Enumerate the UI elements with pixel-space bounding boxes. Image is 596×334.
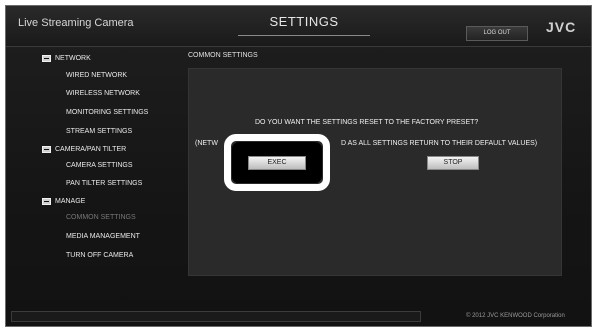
jvc-logo: JVC: [546, 19, 577, 35]
logout-button[interactable]: LOG OUT: [466, 26, 528, 41]
sidebar-item-wireless-network[interactable]: WIRELESS NETWORK: [66, 90, 140, 97]
collapse-icon[interactable]: [42, 145, 51, 153]
sidebar-item-wired-network[interactable]: WIRED NETWORK: [66, 72, 127, 79]
collapse-icon[interactable]: [42, 197, 51, 205]
reset-note-left: (NETW: [195, 140, 218, 147]
page-title: SETTINGS: [238, 14, 370, 36]
copyright: © 2012 JVC KENWOOD Corporation: [466, 313, 565, 319]
app-title: Live Streaming Camera: [18, 17, 134, 29]
sidebar-section-label: CAMERA/PAN TILTER: [55, 145, 127, 153]
section-title: COMMON SETTINGS: [188, 52, 258, 59]
reset-note-right: D AS ALL SETTINGS RETURN TO THEIR DEFAUL…: [340, 140, 538, 147]
sidebar: NETWORK WIRED NETWORK WIRELESS NETWORK M…: [6, 48, 186, 278]
highlight-callout: [224, 134, 330, 191]
sidebar-item-common-settings[interactable]: COMMON SETTINGS: [66, 214, 136, 221]
sidebar-item-stream-settings[interactable]: STREAM SETTINGS: [66, 128, 132, 135]
collapse-icon[interactable]: [42, 54, 51, 62]
app-window: Live Streaming Camera SETTINGS LOG OUT J…: [5, 5, 592, 327]
sidebar-item-media-management[interactable]: MEDIA MANAGEMENT: [66, 233, 140, 240]
sidebar-section-camera-pan-tilter[interactable]: CAMERA/PAN TILTER: [42, 143, 126, 155]
header: Live Streaming Camera SETTINGS LOG OUT J…: [6, 6, 591, 47]
reset-question: DO YOU WANT THE SETTINGS RESET TO THE FA…: [255, 119, 479, 126]
stop-button[interactable]: STOP: [427, 156, 479, 170]
sidebar-item-camera-settings[interactable]: CAMERA SETTINGS: [66, 162, 133, 169]
sidebar-section-label: MANAGE: [55, 197, 86, 205]
sidebar-item-monitoring-settings[interactable]: MONITORING SETTINGS: [66, 109, 148, 116]
sidebar-section-label: NETWORK: [55, 54, 91, 62]
status-bar: [11, 311, 421, 322]
sidebar-section-manage[interactable]: MANAGE: [42, 195, 85, 207]
sidebar-item-pan-tilter-settings[interactable]: PAN TILTER SETTINGS: [66, 180, 142, 187]
sidebar-item-turn-off-camera[interactable]: TURN OFF CAMERA: [66, 252, 133, 259]
sidebar-section-network[interactable]: NETWORK: [42, 52, 91, 64]
